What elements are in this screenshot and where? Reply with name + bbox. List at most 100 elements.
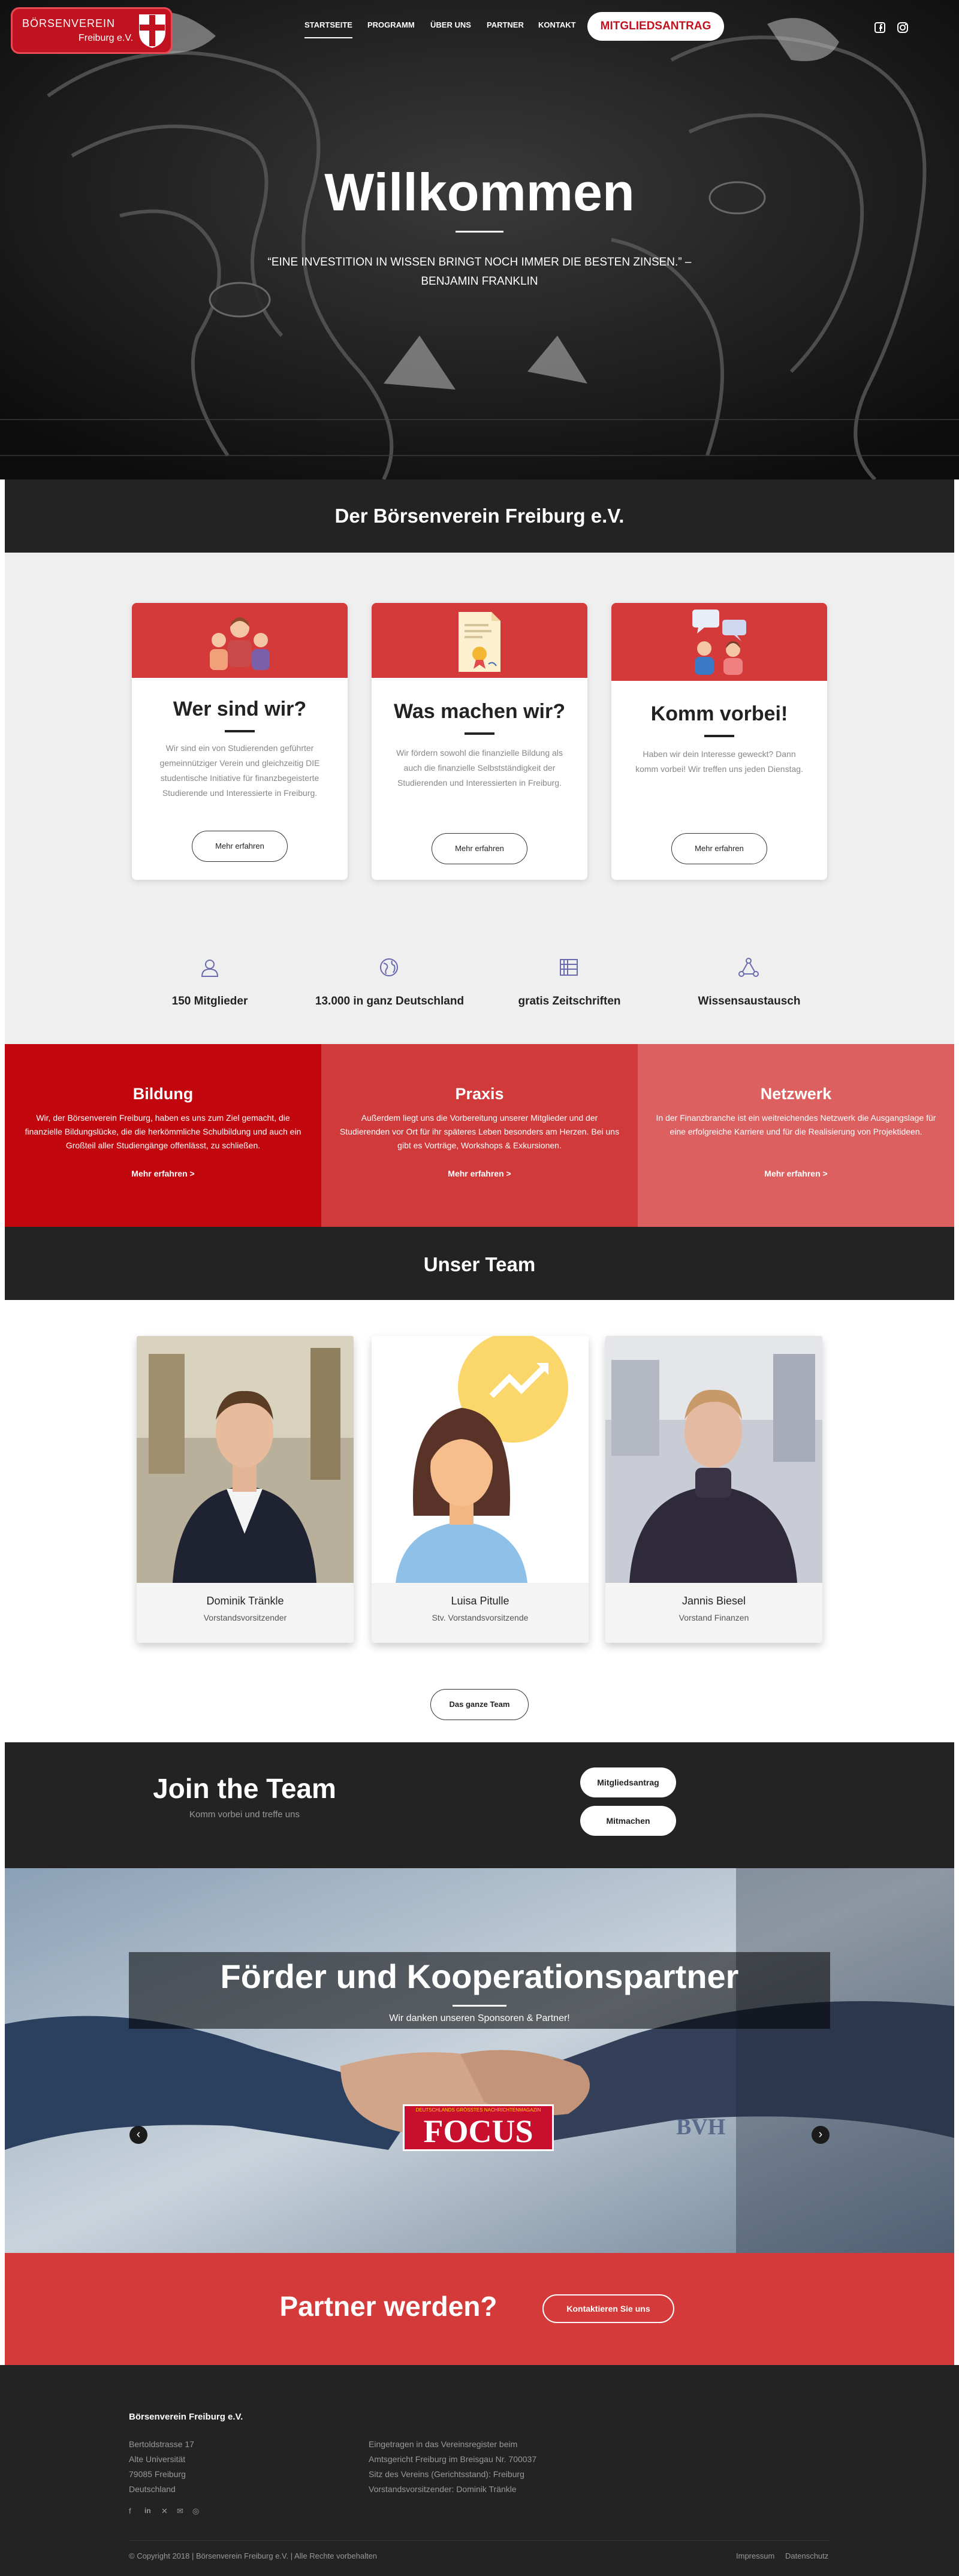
card-title: Wer sind wir? bbox=[173, 698, 307, 720]
team-member-card[interactable]: Jannis Biesel Vorstand Finanzen bbox=[605, 1336, 822, 1643]
footer: Börsenverein Freiburg e.V. Bertoldstrass… bbox=[0, 2365, 959, 2576]
logo-line1: BÖRSENVEREIN bbox=[22, 17, 116, 29]
footer-address-3: 79085 Freiburg bbox=[129, 2469, 186, 2479]
site-logo[interactable]: BÖRSENVEREIN Freiburg e.V. bbox=[11, 7, 173, 54]
mitgliedsantrag-join-button[interactable]: Mitgliedsantrag bbox=[580, 1767, 676, 1797]
chat-people-icon bbox=[692, 610, 746, 675]
pillar-link[interactable]: Mehr erfahren > bbox=[5, 1169, 321, 1178]
pillar-title: Praxis bbox=[455, 1085, 504, 1103]
footer-legal-3: Sitz des Vereins (Gerichtsstand): Freibu… bbox=[369, 2469, 524, 2479]
stat-germany: 13.000 in ganz Deutschland bbox=[315, 995, 465, 1008]
freiburg-cross-shield-icon bbox=[138, 13, 167, 50]
card-divider bbox=[465, 732, 494, 735]
partner-werden-section: Partner werden? Kontaktieren Sie uns bbox=[5, 2253, 954, 2365]
focus-tagline: DEUTSCHLANDS GRÖSSTES NACHRICHTENMAGAZIN bbox=[415, 2107, 541, 2113]
hero-background-bull-bear-illustration bbox=[0, 0, 959, 479]
hero-section: BÖRSENVEREIN Freiburg e.V. Startseite Pr… bbox=[0, 0, 959, 479]
about-card-wer: Wer sind wir? Wir sind ein von Studieren… bbox=[132, 603, 348, 880]
kontaktieren-button[interactable]: Kontaktieren Sie uns bbox=[542, 2294, 674, 2323]
facebook-icon[interactable] bbox=[874, 22, 886, 34]
partners-title: Förder und Kooperationspartner bbox=[220, 1957, 739, 1995]
about-title-band: Der Börsenverein Freiburg e.V. bbox=[5, 479, 954, 553]
member-role: Vorstand Finanzen bbox=[678, 1613, 749, 1622]
pillar-link[interactable]: Mehr erfahren > bbox=[638, 1169, 954, 1178]
partner-werden-title: Partner werden? bbox=[279, 2291, 497, 2322]
partners-subtitle: Wir danken unseren Sponsoren & Partner! bbox=[389, 2013, 570, 2023]
card-divider bbox=[704, 735, 734, 737]
nav-ueber-uns[interactable]: Über uns bbox=[430, 20, 471, 38]
focus-logo[interactable]: DEUTSCHLANDS GRÖSSTES NACHRICHTENMAGAZIN… bbox=[403, 2104, 554, 2151]
member-name: Jannis Biesel bbox=[681, 1595, 746, 1607]
handshake-background-image bbox=[5, 1868, 954, 2253]
footer-copyright: © Copyright 2018 | Börsenverein Freiburg… bbox=[129, 2551, 378, 2560]
focus-logo-text: FOCUS bbox=[423, 2113, 533, 2149]
footer-org: Börsenverein Freiburg e.V. bbox=[129, 2412, 243, 2422]
member-role: Vorstandsvorsitzender bbox=[203, 1613, 287, 1622]
member-name: Dominik Tränkle bbox=[206, 1595, 284, 1607]
member-photo bbox=[137, 1336, 354, 1583]
pillar-text: In der Finanzbranche ist ein weitreichen… bbox=[656, 1113, 936, 1136]
about-card-was: Was machen wir? Wir fördern sowohl die f… bbox=[372, 603, 587, 880]
card-text: Wir fördern sowohl die finanzielle Bildu… bbox=[396, 748, 563, 788]
member-illustration bbox=[372, 1336, 589, 1583]
bvh-logo[interactable]: BVH bbox=[676, 2109, 725, 2145]
footer-legal-1: Eingetragen in das Vereinsregister beim bbox=[369, 2439, 518, 2449]
team-title: Unser Team bbox=[423, 1253, 536, 1275]
nav-partner[interactable]: Partner bbox=[487, 20, 524, 38]
card-title: Komm vorbei! bbox=[650, 702, 788, 725]
team-member-card[interactable]: Dominik Tränkle Vorstandsvorsitzender bbox=[137, 1336, 354, 1643]
join-subtitle: Komm vorbei und treffe uns bbox=[189, 1809, 300, 1820]
pillar-title: Netzwerk bbox=[760, 1085, 832, 1103]
footer-link-impressum[interactable]: Impressum bbox=[736, 2548, 774, 2563]
footer-divider bbox=[129, 2540, 830, 2541]
pillar-text: Wir, der Börsenverein Freiburg, haben es… bbox=[25, 1113, 301, 1150]
email-icon[interactable]: ✉ bbox=[177, 2506, 183, 2516]
logo-line2: Freiburg e.V. bbox=[79, 33, 134, 43]
mehr-erfahren-button[interactable]: Mehr erfahren bbox=[432, 833, 527, 864]
carousel-next-arrow-icon[interactable]: › bbox=[812, 2126, 830, 2144]
member-icon bbox=[201, 960, 219, 977]
team-title-band: Unser Team bbox=[5, 1227, 954, 1300]
team-member-card[interactable]: Luisa Pitulle Stv. Vorstandsvorsitzende bbox=[372, 1336, 589, 1643]
mehr-erfahren-button[interactable]: Mehr erfahren bbox=[671, 833, 767, 864]
globe-icon bbox=[380, 958, 398, 976]
stat-members: 150 Mitglieder bbox=[171, 995, 248, 1008]
nav-startseite[interactable]: Startseite bbox=[304, 20, 352, 38]
das-ganze-team-button[interactable]: Das ganze Team bbox=[430, 1689, 529, 1720]
pillar-bildung: Bildung Wir, der Börsenverein Freiburg, … bbox=[5, 1044, 321, 1227]
about-title: Der Börsenverein Freiburg e.V. bbox=[334, 505, 625, 527]
network-icon bbox=[738, 958, 759, 977]
card-text: Wir sind ein von Studierenden geführter … bbox=[159, 743, 320, 798]
xing-icon[interactable]: ✕ bbox=[161, 2506, 168, 2516]
card-divider bbox=[225, 730, 255, 732]
hero-title: Willkommen bbox=[324, 162, 635, 222]
page: BÖRSENVEREIN Freiburg e.V. Startseite Pr… bbox=[0, 0, 959, 2576]
magazine-icon bbox=[560, 959, 578, 976]
member-role: Stv. Vorstandsvorsitzende bbox=[432, 1613, 529, 1622]
instagram-icon[interactable] bbox=[897, 22, 909, 34]
pillar-link[interactable]: Mehr erfahren > bbox=[321, 1169, 638, 1178]
instagram-icon[interactable]: ◎ bbox=[192, 2506, 199, 2516]
footer-legal-4: Vorstandsvorsitzender: Dominik Tränkle bbox=[369, 2484, 517, 2494]
group-people-icon bbox=[210, 617, 270, 670]
partners-section: Förder und Kooperationspartner Wir danke… bbox=[5, 1868, 954, 2253]
join-title: Join the Team bbox=[153, 1773, 336, 1804]
footer-legal-2: Amtsgericht Freiburg im Breisgau Nr. 700… bbox=[369, 2454, 537, 2464]
member-photo bbox=[605, 1336, 822, 1583]
card-text: Haben wir dein Interesse geweckt? Dann k… bbox=[635, 749, 803, 774]
linkedin-icon[interactable]: in bbox=[144, 2506, 151, 2515]
stat-magazines: gratis Zeitschriften bbox=[518, 995, 621, 1008]
mitgliedsantrag-button[interactable]: Mitgliedsantrag bbox=[587, 12, 724, 41]
pillar-text: Außerdem liegt uns die Vorbereitung unse… bbox=[339, 1113, 620, 1150]
nav-kontakt[interactable]: Kontakt bbox=[538, 20, 576, 38]
mehr-erfahren-button[interactable]: Mehr erfahren bbox=[192, 831, 288, 862]
carousel-prev-arrow-icon[interactable]: ‹ bbox=[129, 2126, 147, 2144]
pillar-title: Bildung bbox=[132, 1085, 194, 1103]
footer-social-icons: f in ✕ ✉ ◎ bbox=[129, 2506, 219, 2517]
footer-link-datenschutz[interactable]: Datenschutz bbox=[785, 2548, 828, 2563]
footer-address-1: Bertoldstrasse 17 bbox=[129, 2439, 194, 2449]
join-section: Join the Team Komm vorbei und treffe uns… bbox=[5, 1742, 954, 1868]
mitmachen-button[interactable]: Mitmachen bbox=[580, 1806, 676, 1836]
nav-programm[interactable]: Programm bbox=[367, 20, 415, 38]
facebook-icon[interactable]: f bbox=[129, 2506, 131, 2515]
